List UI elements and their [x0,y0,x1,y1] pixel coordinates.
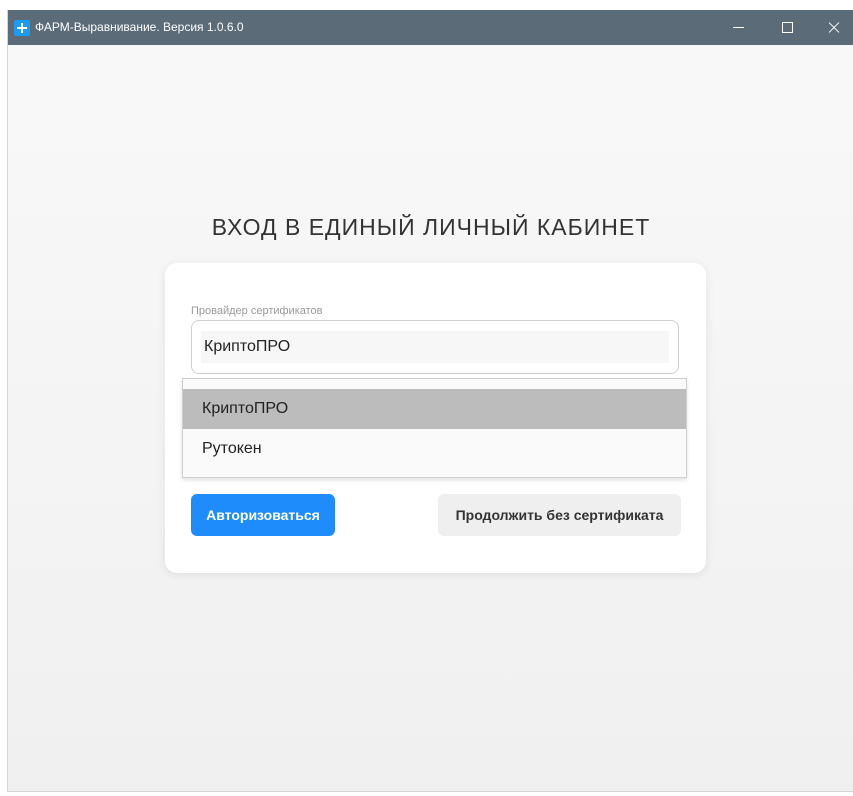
title-bar[interactable]: ФАРМ-Выравнивание. Версия 1.0.6.0 [8,10,853,45]
page-title: ВХОД В ЕДИНЫЙ ЛИЧНЫЙ КАБИНЕТ [211,214,651,240]
option-cryptopro[interactable]: КриптоПРО [183,389,686,429]
provider-select[interactable]: КриптоПРО [191,320,679,374]
minimize-icon[interactable] [719,10,759,45]
option-rutoken[interactable]: Рутокен [183,429,686,469]
medical-cross-icon [14,20,30,36]
provider-dropdown: КриптоПРО Рутокен [182,378,687,478]
app-window: ФАРМ-Выравнивание. Версия 1.0.6.0 ВХОД В… [7,10,853,792]
close-icon[interactable] [814,10,853,45]
window-title: ФАРМ-Выравнивание. Версия 1.0.6.0 [35,20,244,34]
provider-label: Провайдер сертификатов [191,305,323,317]
authorize-button[interactable]: Авторизоваться [191,494,335,536]
login-card: Провайдер сертификатов КриптоПРО КриптоП… [165,263,706,573]
provider-selected-value: КриптоПРО [204,338,291,355]
continue-without-certificate-button[interactable]: Продолжить без сертификата [438,494,681,536]
maximize-icon[interactable] [767,10,807,45]
